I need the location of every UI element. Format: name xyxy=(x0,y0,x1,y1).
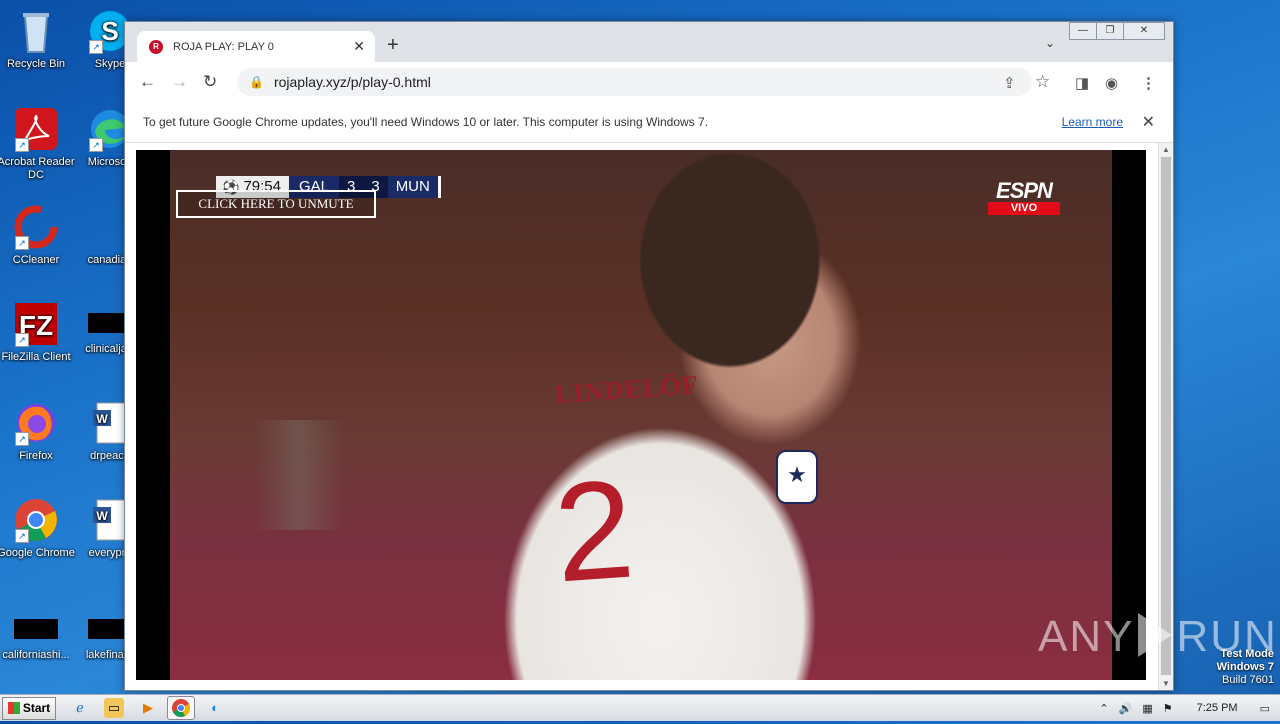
window-controls: — ❐ ✕ xyxy=(1069,22,1165,40)
title-bar: R ROJA PLAY: PLAY 0 ✕ + ⌄ — ❐ ✕ xyxy=(125,22,1173,62)
chrome-icon: ↗ xyxy=(13,497,59,543)
start-button[interactable]: Start xyxy=(2,697,56,720)
champions-league-badge-icon: ★ xyxy=(776,450,818,504)
scroll-down-arrow-icon[interactable]: ▼ xyxy=(1162,679,1170,688)
filezilla-icon: FZ ↗ xyxy=(13,301,59,347)
desktop-icon-label: Recycle Bin xyxy=(6,58,66,70)
team-b: MUN xyxy=(387,176,441,198)
maximize-button[interactable]: ❐ xyxy=(1096,22,1124,40)
test-mode-line1: Test Mode xyxy=(1220,648,1274,660)
desktop-icon-label: Acrobat Reader DC xyxy=(0,156,75,181)
start-label: Start xyxy=(22,701,51,715)
watermark-left: ANY xyxy=(1038,612,1135,661)
side-panel-icon[interactable]: ◨ xyxy=(1075,74,1089,92)
vertical-scrollbar[interactable]: ▲ ▼ xyxy=(1158,143,1173,690)
close-window-button[interactable]: ✕ xyxy=(1123,22,1165,40)
background-player xyxy=(254,420,344,530)
lock-icon: 🔒 xyxy=(249,75,264,89)
url-text: rojaplay.xyz/p/play-0.html xyxy=(273,74,431,90)
chrome-window: R ROJA PLAY: PLAY 0 ✕ + ⌄ — ❐ ✕ ← → ↻ 🔒 … xyxy=(124,21,1174,691)
video-frame: LINDELÖF 2 ★ xyxy=(170,150,1112,680)
action-center-flag-icon[interactable]: ⚑ xyxy=(1163,702,1173,715)
edge-taskbar-icon[interactable]: ◐ xyxy=(205,698,225,718)
scrollbar-thumb[interactable] xyxy=(1161,157,1171,675)
system-tray: ⌃ 🔊 ▦ ⚑ 7:25 PM ▭ xyxy=(1099,695,1280,721)
share-icon[interactable]: ⇪ xyxy=(1003,74,1016,92)
show-desktop-icon[interactable]: ▭ xyxy=(1260,702,1270,715)
reload-icon[interactable]: ↻ xyxy=(203,72,217,92)
ie-taskbar-icon[interactable]: ℯ xyxy=(70,698,90,718)
page-content: LINDELÖF 2 ★ ⚽ 79:54 GAL 3 3 MUN CLICK H… xyxy=(125,143,1159,690)
test-mode-line3: Build 7601 xyxy=(1222,674,1274,686)
windows-flag-icon xyxy=(7,702,20,714)
tab-title: ROJA PLAY: PLAY 0 xyxy=(173,40,274,53)
desktop-icon-recycle-bin[interactable]: Recycle Bin xyxy=(0,8,75,71)
desktop-icon-filezilla[interactable]: FZ ↗ FileZilla Client xyxy=(0,301,75,364)
tab-search-chevron-icon[interactable]: ⌄ xyxy=(1045,36,1055,50)
live-badge: VIVO xyxy=(988,202,1060,215)
svg-text:W: W xyxy=(96,509,108,523)
roja-favicon-icon: R xyxy=(149,39,163,54)
acrobat-icon: ↗ xyxy=(13,106,59,152)
taskbar: Start ℯ ▭ ▶ ◐ ⌃ 🔊 ▦ ⚑ 7:25 PM ▭ xyxy=(0,694,1280,721)
desktop-icon-label: Google Chrome xyxy=(0,547,75,559)
infobar-close-icon[interactable]: ✕ xyxy=(1142,112,1155,132)
menu-kebab-icon[interactable]: ⋮ xyxy=(1141,74,1156,92)
profile-avatar-icon[interactable]: ◉ xyxy=(1105,74,1118,92)
clock[interactable]: 7:25 PM xyxy=(1197,702,1238,714)
jersey-number: 2 xyxy=(549,449,639,612)
svg-text:W: W xyxy=(96,412,108,426)
browser-tab[interactable]: R ROJA PLAY: PLAY 0 ✕ xyxy=(137,31,375,62)
learn-more-link[interactable]: Learn more xyxy=(1062,115,1123,129)
firefox-icon: ↗ xyxy=(13,400,59,446)
desktop-icon-californiashi[interactable]: californiashi... xyxy=(0,607,75,662)
jersey-name: LINDELÖF xyxy=(554,370,700,409)
blank-file-icon xyxy=(14,619,58,639)
volume-icon[interactable]: 🔊 xyxy=(1119,702,1133,715)
desktop-icon-google-chrome[interactable]: ↗ Google Chrome xyxy=(0,497,75,560)
test-mode-notice: Test Mode Windows 7 Build 7601 xyxy=(1217,648,1274,687)
tray-expand-icon[interactable]: ⌃ xyxy=(1099,702,1108,715)
update-infobar: To get future Google Chrome updates, you… xyxy=(125,102,1173,143)
back-arrow-icon[interactable]: ← xyxy=(139,72,156,92)
desktop-icon-firefox[interactable]: ↗ Firefox xyxy=(0,400,75,463)
espn-logo: ESPN VIVO xyxy=(988,180,1060,215)
video-player[interactable]: LINDELÖF 2 ★ ⚽ 79:54 GAL 3 3 MUN CLICK H… xyxy=(136,150,1146,680)
play-triangle-icon xyxy=(1138,613,1173,657)
desktop-icon-acrobat[interactable]: ↗ Acrobat Reader DC xyxy=(0,106,75,182)
new-tab-button[interactable]: + xyxy=(387,34,399,57)
scroll-up-arrow-icon[interactable]: ▲ xyxy=(1162,145,1170,154)
tab-close-icon[interactable]: ✕ xyxy=(353,38,365,55)
desktop-icon-label: Firefox xyxy=(19,450,53,462)
address-bar[interactable]: 🔒 rojaplay.xyz/p/play-0.html xyxy=(237,68,1032,96)
minimize-button[interactable]: — xyxy=(1069,22,1097,40)
desktop-icon-label: FileZilla Client xyxy=(1,351,71,363)
test-mode-line2: Windows 7 xyxy=(1216,661,1274,673)
ccleaner-icon: ↗ xyxy=(13,204,59,250)
recycle-bin-icon xyxy=(13,8,59,54)
desktop-icon-label: californiashi... xyxy=(2,649,70,661)
unmute-button[interactable]: CLICK HERE TO UNMUTE xyxy=(176,190,376,218)
browser-toolbar: ← → ↻ 🔒 rojaplay.xyz/p/play-0.html ⇪ ☆ ◨… xyxy=(125,62,1173,103)
chrome-taskbar-icon[interactable] xyxy=(167,696,195,720)
infobar-message: To get future Google Chrome updates, you… xyxy=(143,115,709,129)
desktop-icon-label: CCleaner xyxy=(12,254,60,266)
media-player-icon[interactable]: ▶ xyxy=(138,698,158,718)
explorer-folder-icon[interactable]: ▭ xyxy=(104,698,124,718)
bookmark-star-icon[interactable]: ☆ xyxy=(1035,72,1050,92)
desktop-icon-ccleaner[interactable]: ↗ CCleaner xyxy=(0,204,75,267)
broadcaster-name: ESPN xyxy=(996,178,1053,203)
svg-text:S: S xyxy=(101,16,118,46)
forward-arrow-icon[interactable]: → xyxy=(171,72,188,92)
network-icon[interactable]: ▦ xyxy=(1142,702,1152,715)
